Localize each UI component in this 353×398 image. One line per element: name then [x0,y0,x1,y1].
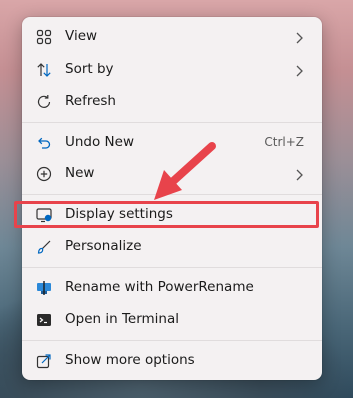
show-more-icon [36,353,52,369]
menu-item-label: Refresh [65,93,116,109]
menu-item-view[interactable]: View [26,21,318,53]
menu-separator [22,340,322,341]
plus-circle-icon [36,166,52,182]
menu-item-label: Show more options [65,352,195,368]
chevron-right-icon [294,63,304,77]
shortcut-label: Ctrl+Z [264,135,304,149]
menu-separator [22,267,322,268]
red-arrow-icon [154,142,216,200]
powerrename-icon [36,280,52,296]
menu-item-sort-by[interactable]: Sort by [26,54,318,86]
menu-item-personalize[interactable]: Personalize [26,231,318,263]
menu-item-label: Rename with PowerRename [65,279,254,295]
menu-item-rename-with-powerrename[interactable]: Rename with PowerRename [26,272,318,304]
terminal-icon [36,312,52,328]
chevron-right-icon [294,167,304,181]
menu-item-open-in-terminal[interactable]: Open in Terminal [26,304,318,336]
refresh-icon [36,94,52,110]
menu-item-label: Undo New [65,134,135,150]
undo-icon [36,135,52,151]
menu-item-label: New [65,165,95,181]
grid-icon [36,29,52,45]
sort-arrows-icon [36,62,52,78]
menu-separator [22,122,322,123]
chevron-right-icon [294,30,304,44]
menu-item-label: View [65,28,98,44]
menu-item-refresh[interactable]: Refresh [26,86,318,118]
menu-item-show-more-options[interactable]: Show more options [26,345,318,377]
menu-item-label: Open in Terminal [65,311,179,327]
menu-item-label: Sort by [65,61,114,77]
brush-icon [36,239,52,255]
menu-item-label: Personalize [65,238,142,254]
